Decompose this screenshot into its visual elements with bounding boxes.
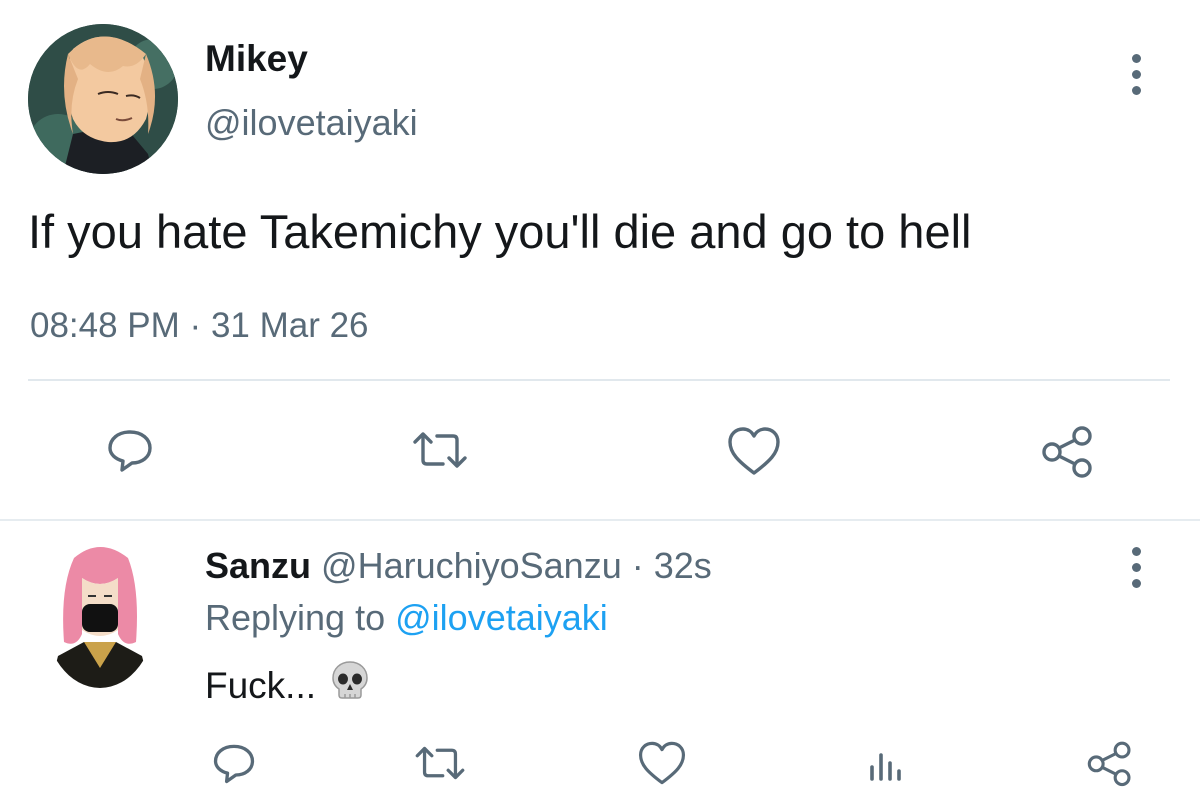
- reply-author-avatar[interactable]: [44, 538, 156, 688]
- retweet-button[interactable]: [408, 735, 472, 791]
- reply-header: Sanzu @HaruchiyoSanzu · 32s: [205, 545, 712, 587]
- mention-link[interactable]: @ilovetaiyaki: [395, 597, 608, 638]
- divider: [28, 379, 1170, 381]
- divider: [0, 519, 1200, 521]
- reply-text-content: Fuck...: [205, 664, 317, 706]
- main-author-avatar[interactable]: [28, 24, 178, 174]
- avatar-illustration: [28, 24, 178, 174]
- meta-separator: ·: [189, 306, 202, 345]
- analytics-button[interactable]: [858, 735, 914, 791]
- reply-button[interactable]: [206, 735, 262, 791]
- replying-to: Replying to @ilovetaiyaki: [205, 597, 608, 639]
- analytics-icon: [870, 753, 901, 781]
- reply-button[interactable]: [100, 420, 160, 480]
- share-button[interactable]: [1080, 735, 1140, 791]
- replying-prefix: Replying to: [205, 597, 386, 638]
- tweet-text: If you hate Takemichy you'll die and go …: [28, 205, 972, 258]
- reply-text: Fuck...: [205, 660, 370, 711]
- main-author-name[interactable]: Mikey: [205, 38, 308, 80]
- more-vertical-icon[interactable]: [1128, 54, 1144, 95]
- retweet-icon: [415, 746, 465, 780]
- like-button[interactable]: [722, 420, 786, 482]
- skull-emoji: [330, 660, 370, 711]
- share-icon: [1042, 426, 1092, 478]
- reply-author-handle[interactable]: @HaruchiyoSanzu: [321, 545, 622, 586]
- reply-bubble-icon: [108, 430, 152, 472]
- meta-separator: ·: [631, 545, 644, 586]
- reply-author-name[interactable]: Sanzu: [205, 545, 311, 586]
- main-author-handle[interactable]: @ilovetaiyaki: [205, 102, 418, 144]
- heart-icon: [638, 741, 686, 785]
- share-icon: [1087, 741, 1131, 787]
- reply-bubble-icon: [213, 744, 255, 784]
- retweet-button[interactable]: [405, 420, 475, 480]
- tweet-timestamp: 08:48 PM · 31 Mar 26: [30, 306, 369, 346]
- reply-time: 32s: [653, 545, 712, 586]
- tweet-time: 08:48 PM: [30, 306, 180, 345]
- share-button[interactable]: [1036, 420, 1100, 482]
- tweet-date: 31 Mar 26: [210, 306, 369, 345]
- more-vertical-icon[interactable]: [1128, 547, 1144, 588]
- heart-icon: [728, 427, 780, 475]
- like-button[interactable]: [632, 735, 692, 791]
- retweet-icon: [413, 432, 467, 468]
- avatar-illustration: [44, 538, 156, 688]
